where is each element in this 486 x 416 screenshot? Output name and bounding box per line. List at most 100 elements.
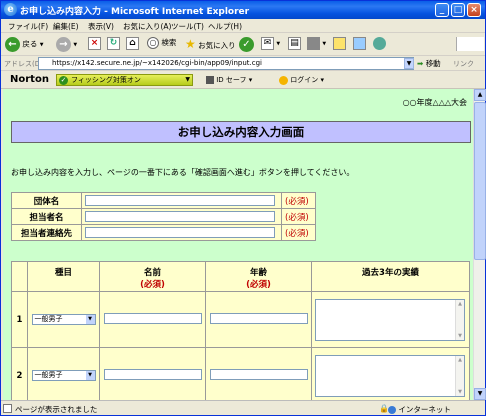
info-row: 団体名 (必須) <box>11 192 316 209</box>
record-header: 過去3年の実績 <box>311 261 470 292</box>
browser-window: e お申し込み内容入力 - Microsoft Internet Explore… <box>0 0 486 416</box>
home-button[interactable]: ⌂ <box>126 37 139 53</box>
zone-indicator: インターネット <box>388 404 451 415</box>
login-icon <box>279 75 288 85</box>
forward-arrow-icon: → <box>56 37 71 52</box>
favorites-label: お気に入り <box>198 41 236 50</box>
norton-logo: Norton <box>10 74 49 85</box>
back-arrow-icon: ← <box>5 37 20 52</box>
page-scrollbar[interactable]: ▲ ▼ <box>473 89 486 400</box>
back-button[interactable]: ← 戻る ▾ <box>5 37 44 53</box>
forward-button[interactable]: → ▾ <box>56 37 77 53</box>
textarea-scrollbar[interactable]: ▲ ▼ <box>455 355 464 396</box>
scroll-thumb[interactable] <box>474 102 486 260</box>
record-cell: ▲ ▼ <box>311 347 470 400</box>
idsafe-icon <box>206 76 214 84</box>
messenger-icon <box>373 37 386 50</box>
print-icon: ▤ <box>288 37 301 50</box>
contact-name-input[interactable] <box>85 211 275 222</box>
globe-icon <box>388 406 396 414</box>
menu-help[interactable]: ヘルプ(H) <box>208 21 242 32</box>
required-mark: (必須) <box>140 280 165 290</box>
search-label: 検索 <box>161 38 177 47</box>
menu-view[interactable]: 表示(V) <box>88 21 114 32</box>
idsafe-button[interactable]: ID セーフ ▾ <box>206 75 252 85</box>
research-button[interactable] <box>353 37 366 53</box>
scroll-down-icon: ▼ <box>458 388 462 395</box>
row-number: 1 <box>11 291 28 348</box>
star-icon: ★ <box>185 37 196 51</box>
mail-button[interactable]: ✉ ▾ <box>261 37 280 53</box>
go-button[interactable]: ➡ 移動 <box>417 58 441 69</box>
search-button[interactable]: ○ 検索 <box>147 37 176 53</box>
name-header-label: 名前 <box>143 268 161 278</box>
status-text: ページが表示されました <box>15 405 98 414</box>
contact-info-input[interactable] <box>85 227 275 238</box>
name-cell <box>99 291 206 348</box>
chevron-down-icon: ▼ <box>85 315 95 324</box>
go-arrow-icon: ➡ <box>417 59 424 68</box>
info-row: 担当者名 (必須) <box>11 208 316 225</box>
age-input[interactable] <box>209 312 308 324</box>
required-mark: (必須) <box>246 280 271 290</box>
title-bar: e お申し込み内容入力 - Microsoft Internet Explore… <box>1 1 485 19</box>
required-mark: (必須) <box>281 192 316 209</box>
window-title: お申し込み内容入力 - Microsoft Internet Explorer <box>20 7 250 17</box>
record-textarea[interactable]: ▲ ▼ <box>315 354 465 397</box>
record-textarea[interactable]: ▲ ▼ <box>315 298 465 341</box>
edit-icon <box>307 37 320 50</box>
messenger-button[interactable] <box>373 37 386 53</box>
address-dropdown-icon[interactable]: ▼ <box>404 58 414 69</box>
info-table: 団体名 (必須) 担当者名 (必須) 担当者連絡先 (必須) <box>11 192 316 241</box>
scroll-down-icon[interactable]: ▼ <box>474 388 486 400</box>
phishing-label: フィッシング対策オン <box>71 76 141 84</box>
refresh-button[interactable]: ↻ <box>107 37 120 53</box>
edit-button[interactable]: ▾ <box>307 37 326 53</box>
org-name-label: 団体名 <box>11 192 82 209</box>
scroll-up-icon[interactable]: ▲ <box>474 89 486 101</box>
info-row: 担当者連絡先 (必須) <box>11 224 316 241</box>
scroll-down-icon: ▼ <box>458 332 462 339</box>
toolbar: ← 戻る ▾ → ▾ × ↻ ⌂ ○ 検索 ★ お気に入り ✓ ✉ ▾ ▤ ▾ <box>1 34 485 56</box>
stop-icon: × <box>88 37 101 50</box>
name-input[interactable] <box>103 368 202 380</box>
age-header-label: 年齢 <box>249 268 267 278</box>
org-name-input[interactable] <box>85 195 275 206</box>
media-button[interactable]: ✓ <box>239 37 254 53</box>
back-label: 戻る <box>22 39 38 49</box>
minimize-button[interactable]: _ <box>435 3 449 17</box>
chevron-down-icon: ▼ <box>85 371 95 380</box>
research-icon <box>353 37 366 50</box>
age-input[interactable] <box>209 368 308 380</box>
login-button[interactable]: ログイン ▾ <box>279 75 324 85</box>
stop-button[interactable]: × <box>88 37 101 53</box>
category-select[interactable]: 一般男子 ▼ <box>31 314 96 325</box>
page-heading: お申し込み内容入力画面 <box>11 121 471 143</box>
ie-icon: e <box>4 3 17 16</box>
go-label: 移動 <box>425 59 441 68</box>
links-button[interactable]: リンク <box>453 59 474 69</box>
category-cell: 一般男子 ▼ <box>27 291 100 348</box>
required-mark: (必須) <box>281 208 316 225</box>
close-button[interactable]: × <box>467 3 481 17</box>
favorites-button[interactable]: ★ お気に入り <box>185 37 236 53</box>
page-icon <box>3 404 12 413</box>
menu-tools[interactable]: ツール(T) <box>171 21 204 32</box>
maximize-button[interactable]: □ <box>451 3 465 17</box>
print-button[interactable]: ▤ <box>288 37 301 53</box>
norton-toolbar: Norton ✓ フィッシング対策オン ▼ ID セーフ ▾ ログイン ▾ <box>1 71 485 89</box>
category-select[interactable]: 一般男子 ▼ <box>31 370 96 381</box>
menu-edit[interactable]: 編集(E) <box>53 21 79 32</box>
menu-favorites[interactable]: お気に入り(A) <box>123 21 171 32</box>
menu-file[interactable]: ファイル(F) <box>8 21 48 32</box>
textarea-scrollbar[interactable]: ▲ ▼ <box>455 299 464 340</box>
name-input[interactable] <box>103 312 202 324</box>
category-select-value: 一般男子 <box>34 371 63 379</box>
age-cell <box>205 347 312 400</box>
page-content: ○○年度△△△大会 お申し込み内容入力画面 お申し込み内容を入力し、ページの一番… <box>3 89 473 400</box>
contact-info-label: 担当者連絡先 <box>11 224 82 241</box>
discuss-button[interactable] <box>333 37 346 53</box>
address-input[interactable]: https://x142.secure.ne.jp/~x142026/cgi-b… <box>38 57 414 70</box>
scroll-up-icon: ▲ <box>458 356 462 363</box>
phishing-protection-button[interactable]: ✓ フィッシング対策オン ▼ <box>56 74 193 86</box>
